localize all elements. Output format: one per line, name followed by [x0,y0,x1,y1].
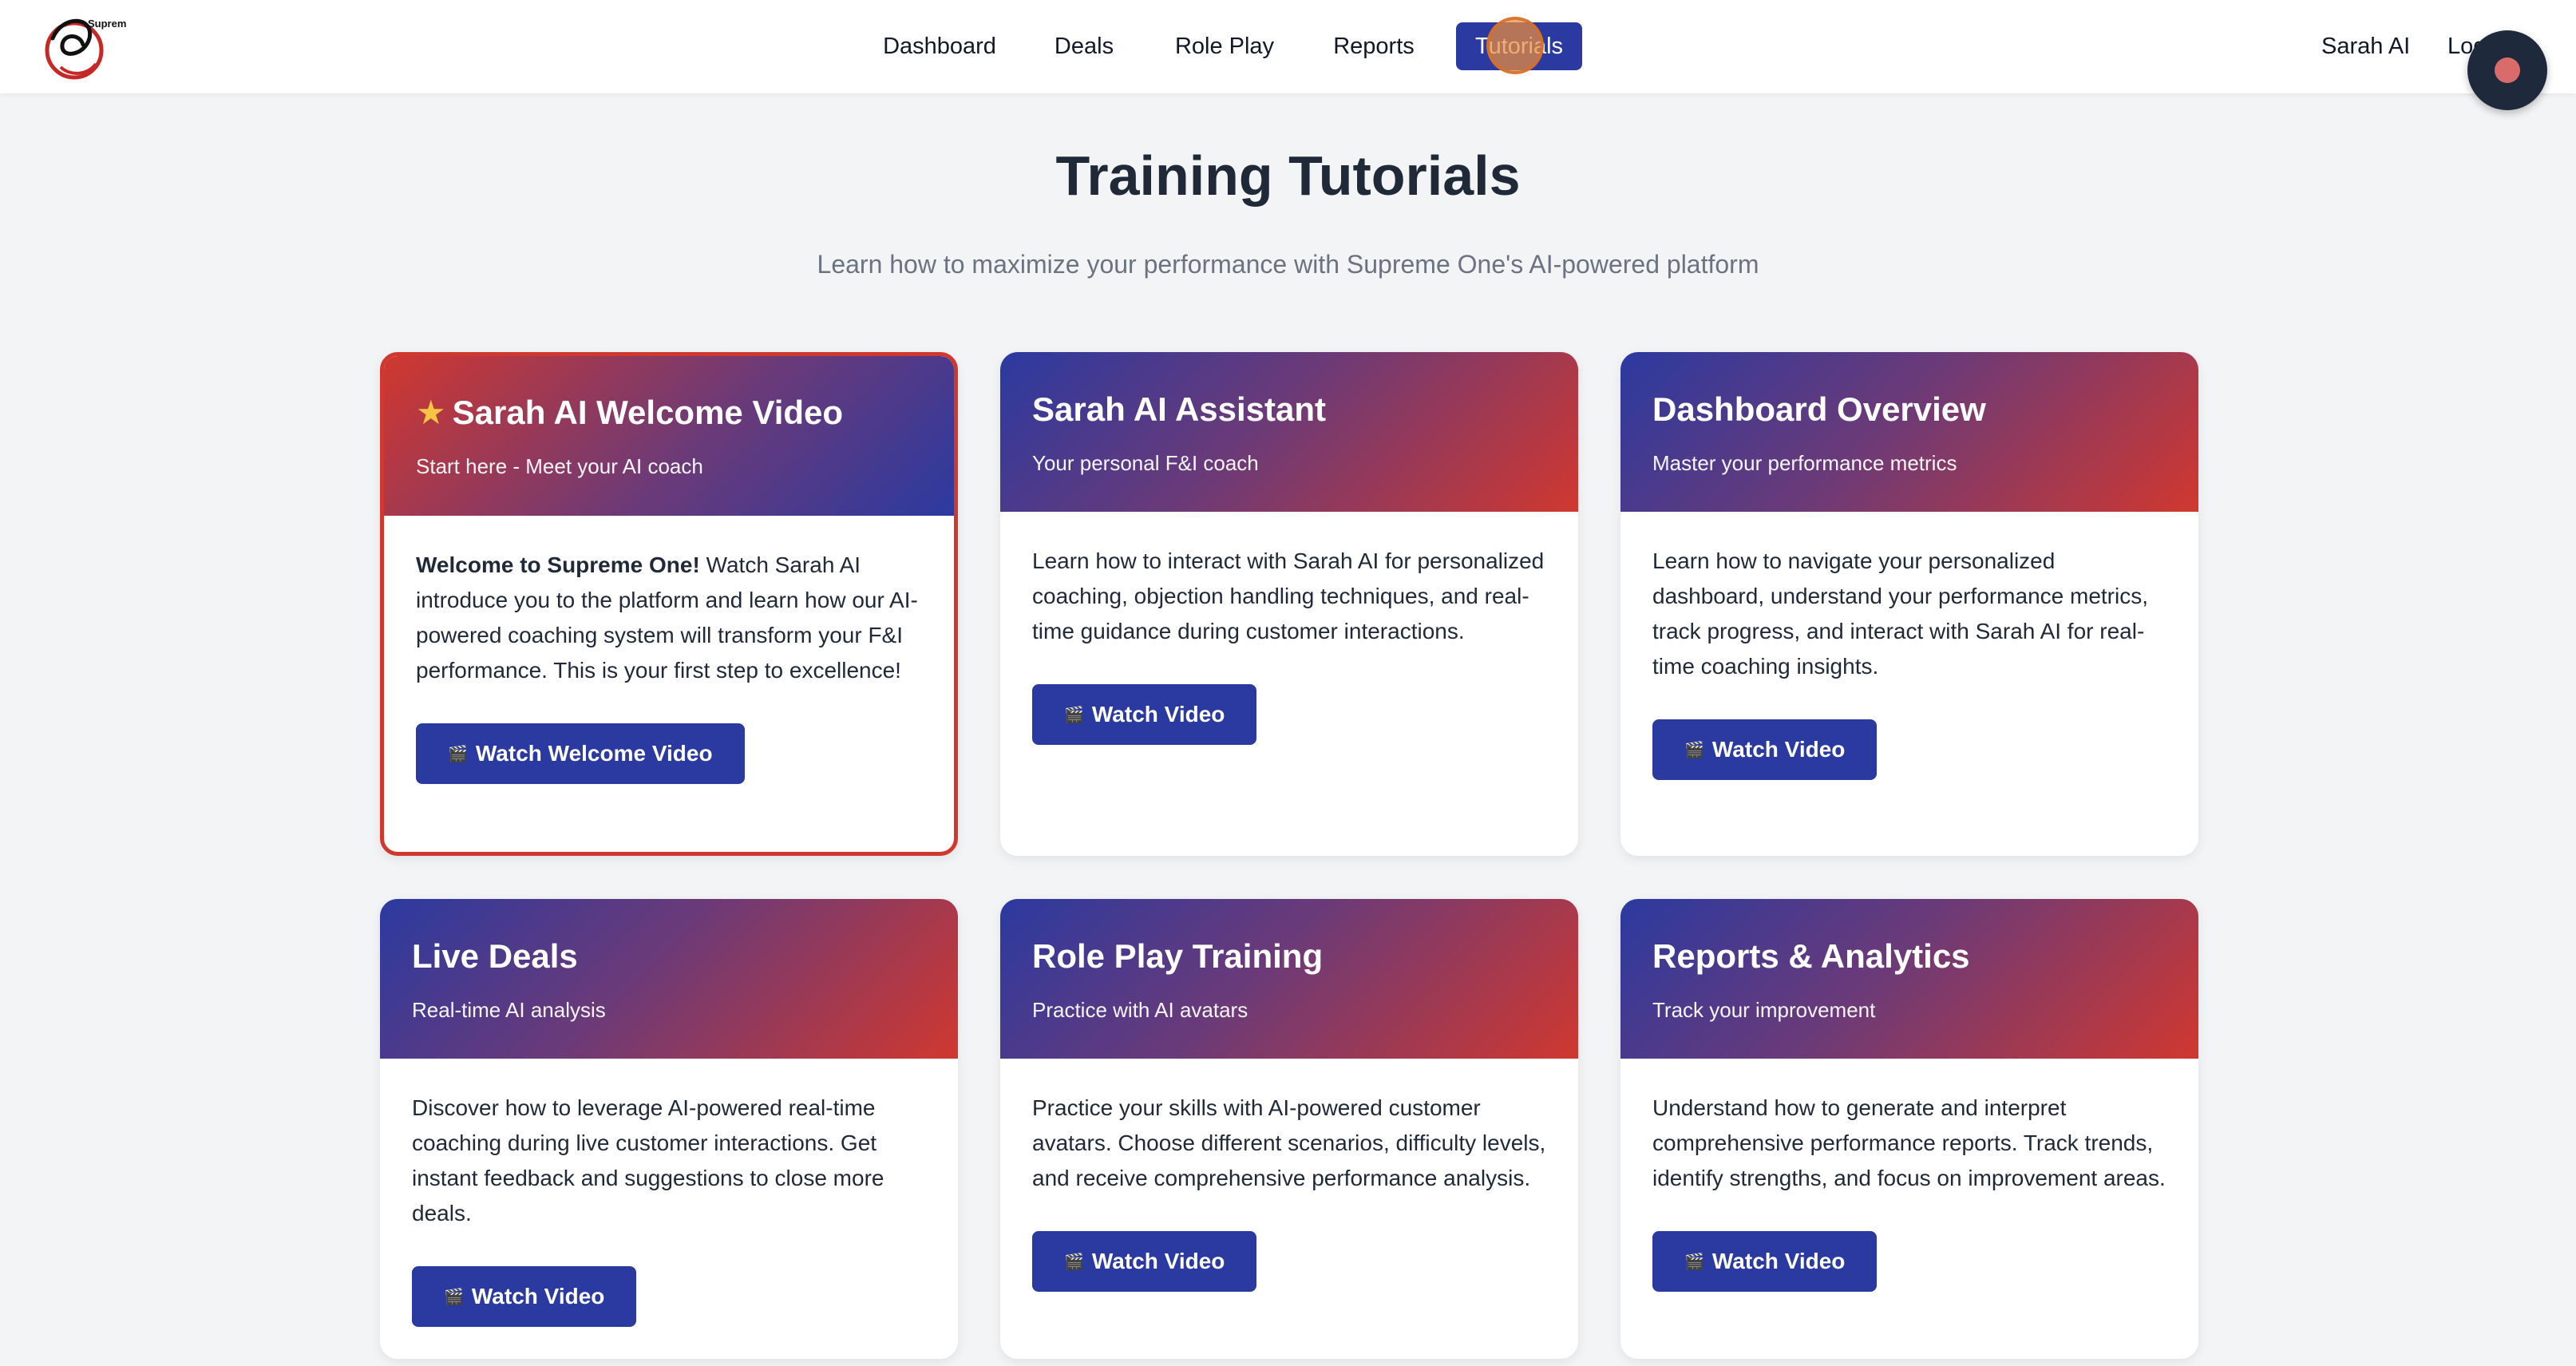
star-icon: ★ [416,394,446,431]
card-description: Learn how to interact with Sarah AI for … [1032,548,1545,643]
card-header: Dashboard Overview Master your performan… [1620,352,2198,512]
cursor-highlight [1486,17,1544,74]
watch-welcome-video-button[interactable]: 🎬 Watch Welcome Video [416,723,745,784]
tutorial-card-role-play: Role Play Training Practice with AI avat… [1000,899,1578,1359]
card-title: Live Deals [412,937,578,975]
nav-reports[interactable]: Reports [1324,22,1424,70]
card-subtitle: Your personal F&I coach [1032,451,1259,475]
film-icon: 🎬 [1064,1253,1084,1271]
card-description: Learn how to navigate your personalized … [1652,548,2148,679]
card-header: Sarah AI Assistant Your personal F&I coa… [1000,352,1578,512]
tutorial-card-dashboard: Dashboard Overview Master your performan… [1620,352,2198,856]
card-body: Learn how to navigate your personalized … [1620,512,2198,780]
nav-role-play[interactable]: Role Play [1167,22,1282,70]
card-title: Sarah AI Assistant [1032,390,1327,428]
card-title: Reports & Analytics [1652,937,1970,975]
card-body: Welcome to Supreme One! Watch Sarah AI i… [384,516,954,784]
page-subtitle: Learn how to maximize your performance w… [817,250,1759,279]
nav-deals[interactable]: Deals [1043,22,1126,70]
film-icon: 🎬 [444,1289,464,1306]
watch-video-button[interactable]: 🎬 Watch Video [1032,1231,1257,1292]
card-title: Dashboard Overview [1652,390,1986,428]
card-body: Discover how to leverage AI-powered real… [380,1059,958,1327]
card-subtitle: Practice with AI avatars [1032,998,1248,1022]
film-icon: 🎬 [448,746,468,763]
film-icon: 🎬 [1684,1253,1704,1271]
page-title: Training Tutorials [1055,145,1521,207]
supreme-one-logo[interactable]: Supreme One [38,6,156,86]
card-description: Practice your skills with AI-powered cus… [1032,1095,1546,1190]
top-navbar: Supreme One Dashboard Deals Role Play Re… [0,0,2576,93]
sarah-ai-link[interactable]: Sarah AI [2321,22,2410,70]
tutorial-card-live-deals: Live Deals Real-time AI analysis Discove… [380,899,958,1359]
nav-dashboard[interactable]: Dashboard [874,22,1005,70]
card-header: Role Play Training Practice with AI avat… [1000,899,1578,1059]
record-icon[interactable] [2467,30,2547,110]
card-title: Role Play Training [1032,937,1324,975]
card-subtitle: Track your improvement [1652,998,1876,1022]
card-subtitle: Start here - Meet your AI coach [416,454,703,478]
card-body: Practice your skills with AI-powered cus… [1000,1059,1578,1292]
watch-video-button[interactable]: 🎬 Watch Video [412,1266,637,1327]
card-body: Understand how to generate and interpret… [1620,1059,2198,1292]
tutorial-card-reports: Reports & Analytics Track your improveme… [1620,899,2198,1359]
film-icon: 🎬 [1684,742,1704,759]
card-subtitle: Real-time AI analysis [412,998,606,1022]
record-dot [2495,57,2520,83]
logo-wordmark: Supreme One [88,18,126,30]
card-header: ★ Sarah AI Welcome Video Start here - Mee… [384,356,954,516]
card-title: ★ Sarah AI Welcome Video [416,394,844,431]
card-lead: Welcome to Supreme One! [416,552,700,577]
card-header: Live Deals Real-time AI analysis [380,899,958,1059]
watch-video-button[interactable]: 🎬 Watch Video [1032,684,1257,745]
watch-video-button[interactable]: 🎬 Watch Video [1652,719,1878,780]
watch-video-button[interactable]: 🎬 Watch Video [1652,1231,1878,1292]
card-description: Welcome to Supreme One! Watch Sarah AI i… [416,552,918,683]
card-subtitle: Master your performance metrics [1652,451,1957,475]
tutorial-card-sarah-assistant: Sarah AI Assistant Your personal F&I coa… [1000,352,1578,856]
card-body: Learn how to interact with Sarah AI for … [1000,512,1578,745]
card-header: Reports & Analytics Track your improveme… [1620,899,2198,1059]
tutorial-card-welcome: ★ Sarah AI Welcome Video Start here - Mee… [380,352,958,856]
card-description: Discover how to leverage AI-powered real… [412,1095,884,1225]
film-icon: 🎬 [1064,707,1084,724]
card-description: Understand how to generate and interpret… [1652,1095,2166,1190]
